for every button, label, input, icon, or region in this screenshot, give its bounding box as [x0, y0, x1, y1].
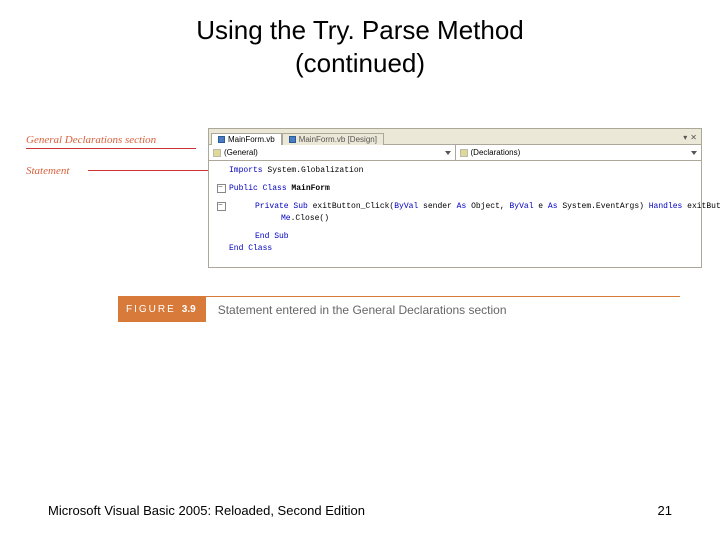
editor-tab-strip: MainForm.vb MainForm.vb [Design] ▾ ✕ [209, 129, 701, 145]
code-line-end-class: End Class [215, 243, 699, 255]
code-text: Imports System.Globalization Public Clas… [209, 161, 701, 257]
figure-content: General Declarations section Statement M… [18, 128, 702, 328]
figure-word: FIGURE [126, 304, 176, 315]
callout-statement: Statement [18, 149, 198, 177]
code-line-class: Public Class MainForm [215, 183, 699, 195]
chevron-down-icon [691, 151, 697, 155]
footer-book-title: Microsoft Visual Basic 2005: Reloaded, S… [48, 503, 365, 518]
callout-leader-line [88, 170, 208, 171]
code-navigation-bar: (General) (Declarations) [209, 145, 701, 161]
code-line-close: Me.Close() [215, 213, 699, 225]
figure-caption-text: Statement entered in the General Declara… [206, 296, 680, 322]
figure-number-badge: FIGURE 3.9 [118, 296, 206, 322]
scope-icon [213, 149, 221, 157]
tab-label-active: MainForm.vb [228, 135, 275, 144]
callout-general-declarations: General Declarations section [18, 128, 198, 149]
close-icon[interactable]: ✕ [690, 133, 697, 142]
member-dropdown-value: (Declarations) [471, 148, 521, 157]
code-line-imports: Imports System.Globalization [215, 165, 699, 177]
figure-caption-bar: FIGURE 3.9 Statement entered in the Gene… [118, 296, 680, 322]
code-line-end-sub: End Sub [215, 231, 699, 243]
title-line-2: (continued) [295, 48, 425, 78]
chevron-down-icon [445, 151, 451, 155]
slide-title: Using the Try. Parse Method (continued) [0, 0, 720, 79]
footer-page-number: 21 [658, 503, 672, 518]
code-line-sub: Private Sub exitButton_Click(ByVal sende… [215, 201, 699, 213]
scope-dropdown[interactable]: (General) [209, 145, 456, 160]
tab-dropdown-icon[interactable]: ▾ [683, 133, 687, 142]
slide-footer: Microsoft Visual Basic 2005: Reloaded, S… [48, 503, 672, 518]
tab-label-inactive: MainForm.vb [Design] [299, 135, 377, 144]
tab-mainform-code[interactable]: MainForm.vb [211, 133, 282, 145]
vb-file-icon [218, 136, 225, 143]
code-editor-window: MainForm.vb MainForm.vb [Design] ▾ ✕ (Ge… [208, 128, 702, 268]
member-icon [460, 149, 468, 157]
figure-number: 3.9 [182, 304, 196, 315]
scope-dropdown-value: (General) [224, 148, 258, 157]
callout-column: General Declarations section Statement [18, 128, 198, 177]
member-dropdown[interactable]: (Declarations) [456, 145, 702, 160]
form-design-icon [289, 136, 296, 143]
tab-mainform-design[interactable]: MainForm.vb [Design] [282, 133, 384, 145]
tab-strip-controls: ▾ ✕ [683, 133, 701, 144]
title-line-1: Using the Try. Parse Method [196, 15, 524, 45]
